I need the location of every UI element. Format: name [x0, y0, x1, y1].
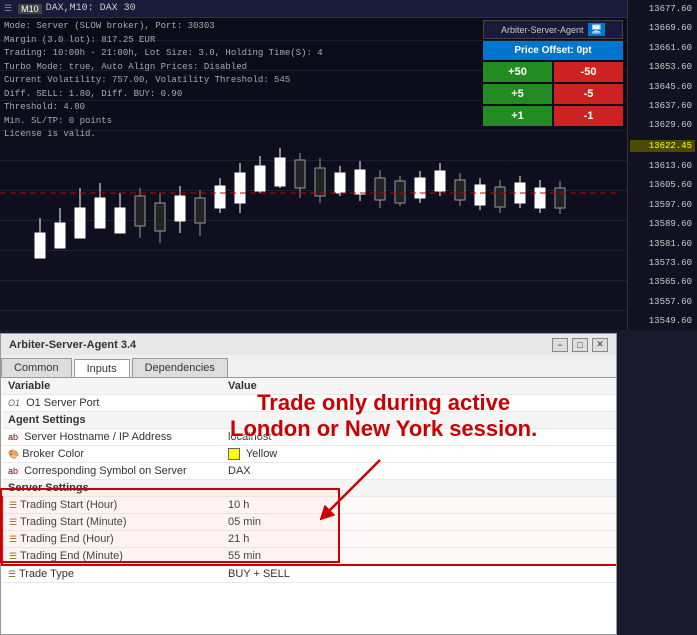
price-label: 13613.60 [630, 161, 695, 171]
variable-label: Corresponding Symbol on Server [24, 465, 187, 477]
color-value: Yellow [246, 448, 277, 460]
price-label: 13661.60 [630, 43, 695, 53]
price-label: 13645.60 [630, 82, 695, 92]
minus50-button[interactable]: -50 [554, 62, 623, 82]
offset-row-5: +5 -5 [483, 84, 623, 104]
minus1-button[interactable]: -1 [554, 106, 623, 126]
server-port-row: O1 O1 Server Port [2, 395, 616, 412]
col-variable-header: Variable [2, 378, 222, 395]
tab-dependencies[interactable]: Dependencies [132, 358, 228, 377]
price-label: 13605.60 [630, 180, 695, 190]
window-controls: − □ ✕ [552, 338, 608, 352]
chart-area: ☰ M10 DAX,M10: DAX 30 Mode: Server (SLOW… [0, 0, 697, 330]
agent-icon: 🖥 [588, 23, 605, 36]
value-cell: Yellow [222, 446, 616, 463]
price-label: 13589.60 [630, 219, 695, 229]
close-button[interactable]: ✕ [592, 338, 608, 352]
plus5-button[interactable]: +5 [483, 84, 552, 104]
price-label: 13549.60 [630, 316, 695, 326]
price-label: 13581.60 [630, 239, 695, 249]
server-port-text: O1 Server Port [26, 397, 99, 409]
plus1-button[interactable]: +1 [483, 106, 552, 126]
offset-row-50: +50 -50 [483, 62, 623, 82]
highlight-price-label: 13622.45 [630, 140, 695, 152]
chart-title: DAX,M10: DAX 30 [46, 3, 136, 14]
agent-settings-header-row: Agent Settings [2, 412, 616, 429]
type-indicator: ab [8, 466, 18, 476]
variable-label: Server Hostname / IP Address [24, 431, 172, 443]
offset-row-1: +1 -1 [483, 106, 623, 126]
price-label: 13629.60 [630, 120, 695, 130]
highlight-box [0, 488, 340, 563]
price-label: 13573.60 [630, 258, 695, 268]
table-row: ☰ Trade Type BUY + SELL [2, 565, 616, 583]
arbiter-panel: Arbiter-Server-Agent 🖥 Price Offset: 0pt… [483, 20, 623, 126]
arbiter-title: Arbiter-Server-Agent 🖥 [483, 20, 623, 39]
col-value-header: Value [222, 378, 616, 395]
chart-info: Mode: Server (SLOW broker), Port: 30303 … [4, 20, 323, 142]
table-row: ab Server Hostname / IP Address localhos… [2, 429, 616, 446]
value-cell: BUY + SELL [222, 565, 616, 583]
price-label: 13677.60 [630, 4, 695, 14]
color-icon: 🎨 [8, 449, 19, 459]
server-port-label: O1 O1 Server Port [2, 395, 222, 412]
price-label: 13669.60 [630, 23, 695, 33]
agent-settings-section: Agent Settings [2, 412, 616, 429]
variable-cell: ab Corresponding Symbol on Server [2, 463, 222, 480]
minimize-button[interactable]: − [552, 338, 568, 352]
tabs-bar: Common Inputs Dependencies [0, 355, 617, 377]
table-row: 🎨 Broker Color Yellow [2, 446, 616, 463]
price-labels: 13677.60 13669.60 13661.60 13653.60 1364… [627, 0, 697, 330]
price-label: 13557.60 [630, 297, 695, 307]
variable-label: Broker Color [22, 448, 84, 460]
window-title: Arbiter-Server-Agent 3.4 [9, 339, 552, 351]
value-cell: DAX [222, 463, 616, 480]
variable-label: Trade Type [19, 568, 74, 580]
price-label: 13597.60 [630, 200, 695, 210]
chart-titlebar: ☰ M10 DAX,M10: DAX 30 [0, 0, 627, 18]
maximize-button[interactable]: □ [572, 338, 588, 352]
tab-common[interactable]: Common [1, 358, 72, 377]
price-offset-button[interactable]: Price Offset: 0pt [483, 41, 623, 60]
color-swatch [228, 448, 240, 460]
variable-cell: 🎨 Broker Color [2, 446, 222, 463]
minus5-button[interactable]: -5 [554, 84, 623, 104]
variable-cell: ab Server Hostname / IP Address [2, 429, 222, 446]
table-row: ab Corresponding Symbol on Server DAX [2, 463, 616, 480]
value-cell: localhost [222, 429, 616, 446]
server-port-value [222, 395, 616, 412]
price-label: 13653.60 [630, 62, 695, 72]
variable-cell: ☰ Trade Type [2, 565, 222, 583]
tab-inputs[interactable]: Inputs [74, 359, 130, 378]
price-label: 13637.60 [630, 101, 695, 111]
arbiter-title-text: Arbiter-Server-Agent [501, 25, 584, 35]
window-titlebar: Arbiter-Server-Agent 3.4 − □ ✕ [0, 333, 617, 355]
type-indicator: ab [8, 432, 18, 442]
plus50-button[interactable]: +50 [483, 62, 552, 82]
price-label: 13565.60 [630, 277, 695, 287]
list-icon: ☰ [8, 569, 16, 579]
